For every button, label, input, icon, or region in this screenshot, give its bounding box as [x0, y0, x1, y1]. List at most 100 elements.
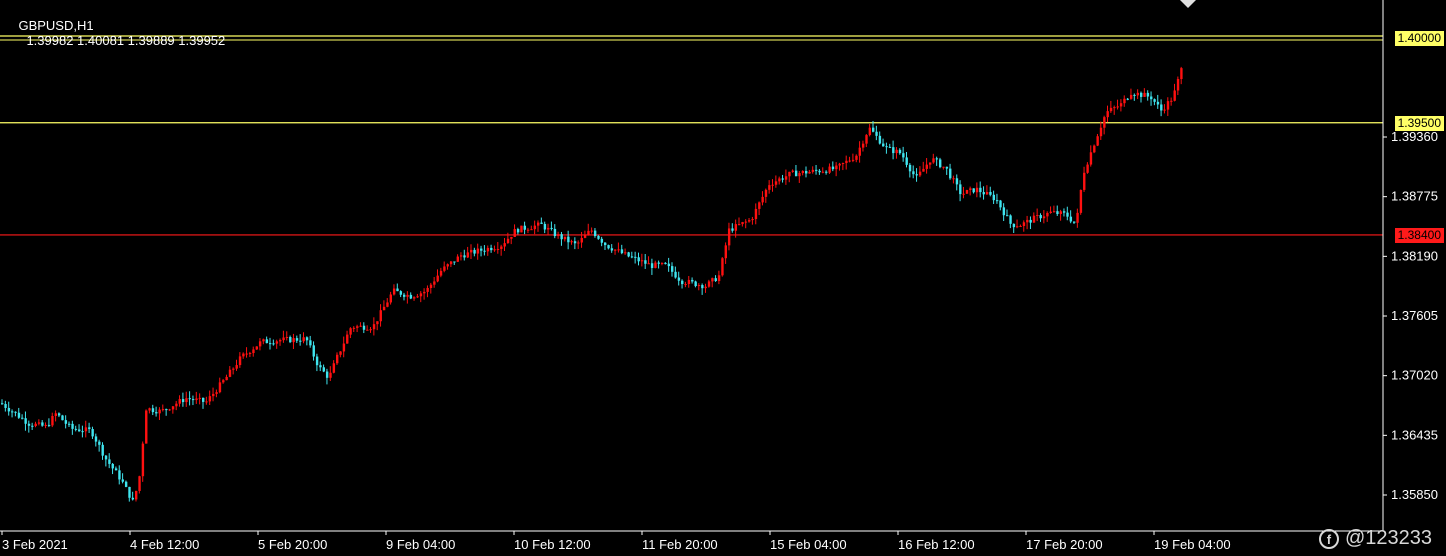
- candle-body: [667, 263, 671, 267]
- candle-body: [748, 220, 751, 222]
- candle-body: [1046, 212, 1049, 217]
- candle-body: [627, 252, 630, 257]
- y-tick-label: 1.38775: [1391, 189, 1438, 204]
- candle-body: [902, 153, 905, 158]
- candle-body: [681, 280, 684, 285]
- candle-body: [788, 171, 791, 177]
- candle-body: [1079, 189, 1083, 213]
- candle-body: [985, 192, 989, 195]
- candle-body: [972, 188, 975, 193]
- x-tick-label: 17 Feb 20:00: [1026, 537, 1103, 552]
- candle-body: [302, 337, 305, 342]
- horizontal-levels: [0, 35, 1383, 236]
- candle-body: [771, 184, 774, 186]
- candle-body: [382, 306, 386, 311]
- candle-body: [711, 278, 714, 282]
- candle-body: [449, 261, 453, 265]
- candle-body: [346, 334, 349, 344]
- candle-body: [88, 427, 91, 430]
- chart-window[interactable]: 1.39360 1.38775 1.38190 1.37605 1.37020 1.364…: [0, 0, 1446, 556]
- candle-body: [882, 143, 885, 147]
- candle-body: [654, 262, 657, 268]
- candle-body: [205, 401, 208, 403]
- candle-body: [975, 187, 979, 193]
- candle-body: [265, 339, 269, 344]
- candle-body: [202, 397, 205, 402]
- candle-body: [614, 249, 617, 251]
- candle-body: [21, 417, 24, 419]
- candle-body: [493, 249, 496, 251]
- candle-body: [563, 236, 567, 240]
- candle-body: [1133, 94, 1136, 96]
- candle-body: [215, 392, 218, 394]
- candle-body: [825, 171, 828, 173]
- candle-body: [848, 160, 851, 162]
- candle-body: [108, 459, 111, 464]
- candle-body: [979, 187, 982, 193]
- candle-body: [496, 248, 500, 250]
- candle-body: [135, 490, 138, 500]
- candle-body: [74, 428, 78, 430]
- candle-body: [232, 368, 235, 370]
- candle-body: [269, 343, 272, 345]
- candle-body: [794, 170, 798, 177]
- candle-body: [195, 398, 198, 401]
- candle-body: [607, 245, 610, 249]
- x-tick-label: 11 Feb 20:00: [642, 537, 718, 552]
- candle-body: [1109, 107, 1113, 112]
- y-tick-label: 1.39360: [1391, 129, 1438, 144]
- candle-body: [537, 222, 540, 226]
- candle-body: [191, 399, 195, 401]
- candle-body: [543, 223, 547, 230]
- logo-icon: f: [1318, 528, 1339, 549]
- candle-body: [942, 166, 945, 168]
- candle-body: [1036, 215, 1039, 217]
- candle-body: [31, 425, 34, 427]
- candle-body: [480, 248, 483, 251]
- price-level-tag: 1.40000: [1394, 31, 1444, 46]
- candle-body: [734, 224, 738, 231]
- candle-body: [305, 337, 309, 341]
- candle-body: [439, 270, 443, 276]
- candle-body: [325, 371, 329, 378]
- candle-body: [486, 247, 490, 252]
- candle-body: [436, 275, 439, 282]
- candle-body: [1002, 207, 1006, 216]
- x-tick-label: 16 Feb 12:00: [898, 537, 975, 552]
- candle-body: [982, 192, 985, 195]
- candle-body: [61, 415, 64, 421]
- candle-body: [1146, 92, 1150, 97]
- price-level-tag: 1.39500: [1394, 115, 1444, 131]
- candle-body: [71, 423, 74, 429]
- candle-body: [764, 189, 768, 197]
- candle-body: [593, 230, 597, 236]
- candle-body: [1019, 225, 1022, 227]
- candle-body: [1039, 215, 1042, 219]
- candle-body: [476, 248, 480, 254]
- candle-body: [138, 476, 141, 491]
- candle-body: [925, 164, 928, 169]
- candle-body: [17, 412, 21, 418]
- candle-body: [1049, 211, 1052, 213]
- candle-body: [952, 178, 955, 180]
- candle-body: [171, 406, 175, 410]
- candle-body: [513, 229, 516, 237]
- candle-body: [714, 278, 717, 282]
- candle-body: [272, 343, 275, 345]
- candle-body: [255, 346, 258, 350]
- candle-body: [1103, 117, 1106, 128]
- watermark-text: @123233: [1344, 527, 1432, 549]
- candle-body: [1123, 98, 1126, 104]
- candle-body: [175, 403, 178, 407]
- y-tick-label: 1.38190: [1391, 248, 1438, 263]
- candle-body: [64, 420, 68, 424]
- candle-body: [490, 247, 493, 251]
- candle-body: [835, 165, 838, 170]
- price-chart[interactable]: 1.39360 1.38775 1.38190 1.37605 1.37020 1.364…: [0, 0, 1446, 556]
- candle-body: [44, 424, 47, 426]
- candle-body: [483, 250, 486, 252]
- candle-body: [510, 236, 513, 239]
- candles: [1, 66, 1183, 502]
- candle-body: [738, 224, 741, 226]
- shift-marker-icon[interactable]: [1180, 0, 1196, 8]
